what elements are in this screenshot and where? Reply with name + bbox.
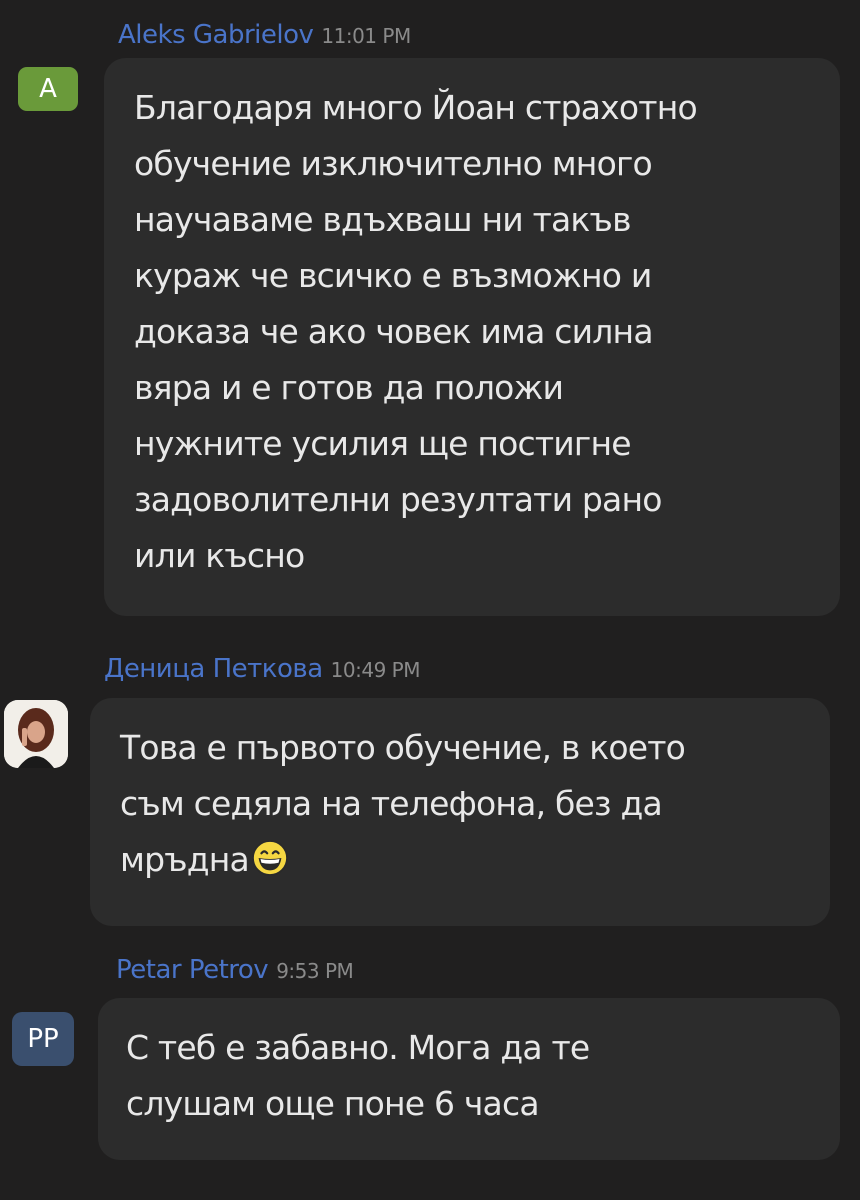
profile-photo-icon	[4, 700, 68, 768]
grinning-face-emoji	[251, 839, 289, 877]
chat-message-list: Aleks Gabrielov 11:01 PM A Благодаря мног…	[0, 0, 860, 1200]
message-timestamp: 11:01 PM	[321, 24, 411, 48]
message-header: Petar Petrov 9:53 PM	[116, 955, 354, 985]
avatar-initials: PP	[27, 1024, 59, 1054]
message-bubble[interactable]: С теб е забавно. Мога да те слушам още п…	[98, 998, 840, 1160]
message-timestamp: 10:49 PM	[330, 658, 421, 682]
message-timestamp: 9:53 PM	[276, 959, 354, 983]
sender-name[interactable]: Petar Petrov	[116, 955, 269, 985]
avatar-initials: A	[39, 74, 57, 104]
message-header: Aleks Gabrielov 11:01 PM	[118, 20, 411, 50]
message-text: С теб е забавно. Мога да те слушам още п…	[126, 1028, 590, 1123]
avatar[interactable]: PP	[12, 1012, 74, 1066]
avatar[interactable]	[4, 700, 68, 768]
message-text: Това е първото обучение, в което съм сед…	[120, 728, 686, 879]
message-header: Деница Петкова 10:49 PM	[104, 654, 420, 684]
message-text: Благодаря много Йоан страхотно обучение …	[134, 88, 698, 575]
sender-name[interactable]: Деница Петкова	[104, 654, 323, 684]
message-bubble[interactable]: Благодаря много Йоан страхотно обучение …	[104, 58, 840, 616]
sender-name[interactable]: Aleks Gabrielov	[118, 20, 314, 50]
avatar[interactable]: A	[18, 67, 78, 111]
message-bubble[interactable]: Това е първото обучение, в което съм сед…	[90, 698, 830, 926]
